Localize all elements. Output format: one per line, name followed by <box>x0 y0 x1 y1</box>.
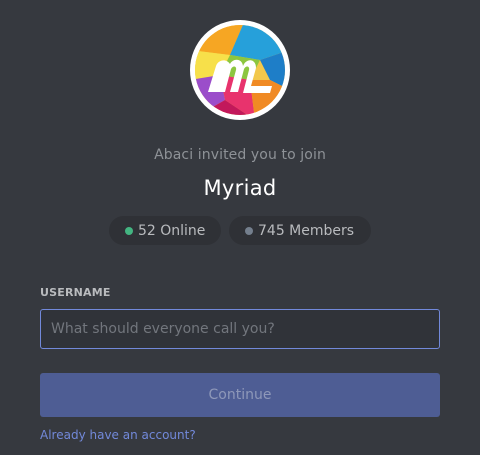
member-count-badge: 745 Members <box>229 216 371 245</box>
server-name: Myriad <box>203 176 277 200</box>
member-status-dot-icon <box>245 226 253 235</box>
continue-button[interactable]: Continue <box>40 373 440 417</box>
myriad-logo-icon <box>195 25 285 115</box>
online-count-badge: 52 Online <box>109 216 221 245</box>
server-stats: 52 Online 745 Members <box>0 216 480 245</box>
member-count-label: 745 Members <box>258 222 355 239</box>
login-link[interactable]: Already have an account? <box>40 428 196 442</box>
username-label: USERNAME <box>40 286 111 299</box>
online-status-dot-icon <box>125 226 133 235</box>
server-logo <box>190 20 290 120</box>
online-count-label: 52 Online <box>138 222 206 239</box>
username-input[interactable] <box>40 309 440 349</box>
invite-text: Abaci invited you to join <box>154 147 326 163</box>
